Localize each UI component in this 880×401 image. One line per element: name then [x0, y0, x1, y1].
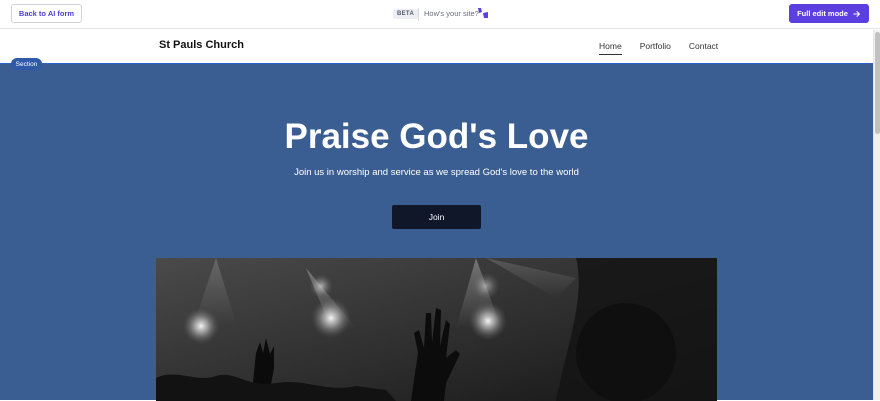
- hero-title: Praise God's Love: [284, 117, 589, 156]
- toolbar-divider: [418, 8, 419, 21]
- join-button[interactable]: Join: [392, 205, 481, 229]
- nav-item-home[interactable]: Home: [599, 41, 622, 55]
- feedback-prompt[interactable]: How's your site?: [424, 8, 479, 20]
- arrow-right-icon: [853, 10, 860, 17]
- hero-image: [156, 258, 717, 401]
- nav-item-contact[interactable]: Contact: [689, 41, 718, 55]
- full-edit-mode-button[interactable]: Full edit mode: [789, 4, 869, 23]
- page-scrollbar[interactable]: [873, 30, 880, 400]
- site-nav: Home Portfolio Contact: [599, 41, 718, 55]
- scrollbar-thumb[interactable]: [875, 32, 880, 134]
- concert-photo-icon: [156, 258, 717, 401]
- site-header: St Pauls Church Home Portfolio Contact: [0, 30, 873, 63]
- beta-badge: BETA: [393, 9, 419, 19]
- hero-subtitle: Join us in worship and service as we spr…: [294, 167, 579, 178]
- section-tag[interactable]: Section: [11, 58, 42, 70]
- site-title[interactable]: St Pauls Church: [159, 39, 244, 51]
- full-edit-mode-label: Full edit mode: [797, 9, 848, 18]
- thumbs-feedback-icon[interactable]: [477, 7, 489, 19]
- hero-section[interactable]: Praise God's Love Join us in worship and…: [0, 63, 873, 401]
- editor-toolbar: Back to AI form BETA How's your site? Fu…: [0, 0, 880, 29]
- back-to-ai-form-button[interactable]: Back to AI form: [11, 4, 82, 23]
- nav-item-portfolio[interactable]: Portfolio: [640, 41, 671, 55]
